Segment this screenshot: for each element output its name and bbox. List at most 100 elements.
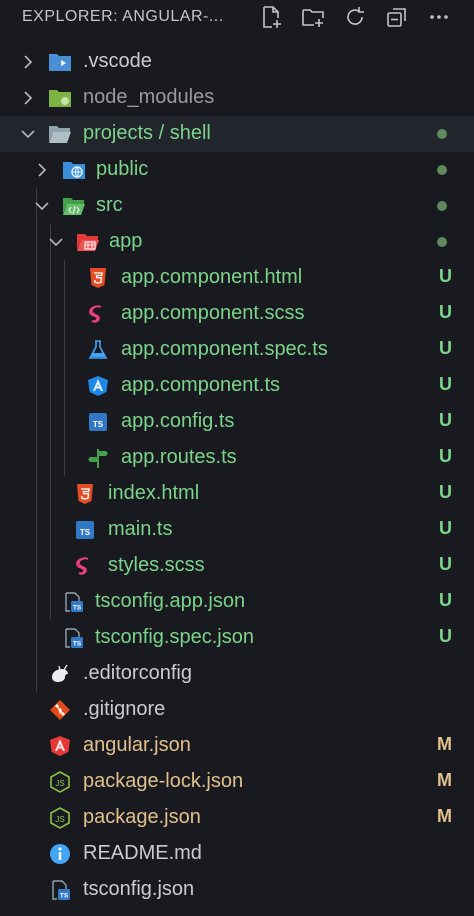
- tree-label: app.component.ts: [121, 374, 280, 396]
- svg-text:TS: TS: [80, 528, 91, 537]
- git-status-badge: M: [437, 770, 452, 790]
- tree-label: tsconfig.spec.json: [95, 626, 254, 648]
- tree-item-main-ts[interactable]: TS main.ts U: [0, 512, 474, 548]
- tree-item-public[interactable]: public: [0, 152, 474, 188]
- more-icon[interactable]: [426, 4, 452, 30]
- git-status-badge: U: [439, 446, 452, 466]
- git-status-badge: U: [439, 554, 452, 574]
- tsconfig-file-icon: TS: [48, 879, 72, 901]
- sass-file-icon: [86, 303, 110, 325]
- tree-label: app.config.ts: [121, 410, 235, 432]
- status-dot: [437, 129, 447, 139]
- tree-item-app-component-scss[interactable]: app.component.scss U: [0, 296, 474, 332]
- angular-icon: [48, 735, 72, 757]
- new-file-icon[interactable]: [258, 4, 284, 30]
- html-file-icon: [86, 267, 110, 289]
- tree-item-app-component-spec-ts[interactable]: app.component.spec.ts U: [0, 332, 474, 368]
- tree-item-app-routes-ts[interactable]: app.routes.ts U: [0, 440, 474, 476]
- tree-item-package-json[interactable]: JS package.json M: [0, 800, 474, 836]
- tree-item-app-config-ts[interactable]: TS app.config.ts U: [0, 404, 474, 440]
- explorer-header: EXPLORER: ANGULAR-...: [0, 0, 474, 36]
- tree-label: styles.scss: [108, 554, 205, 576]
- tree-item-node-modules[interactable]: node_modules: [0, 80, 474, 116]
- folder-app-icon: [76, 231, 100, 253]
- tree-label: projects / shell: [83, 122, 211, 144]
- status-dot: [437, 165, 447, 175]
- tree-label: README.md: [83, 842, 202, 864]
- tree-item-styles-scss[interactable]: styles.scss U: [0, 548, 474, 584]
- explorer-title: EXPLORER: ANGULAR-...: [22, 8, 224, 25]
- svg-text:TS: TS: [73, 641, 82, 648]
- refresh-icon[interactable]: [342, 4, 368, 30]
- tree-label: app.component.scss: [121, 302, 305, 324]
- git-file-icon: [48, 699, 72, 721]
- svg-text:TS: TS: [93, 420, 104, 429]
- tree-item-src[interactable]: src: [0, 188, 474, 224]
- angular-component-icon: [86, 375, 110, 397]
- html-file-icon: [73, 483, 97, 505]
- git-status-badge: U: [439, 338, 452, 358]
- tree-item-projects-shell[interactable]: projects / shell: [0, 116, 474, 152]
- new-folder-icon[interactable]: [300, 4, 326, 30]
- chevron-right-icon: [19, 89, 37, 107]
- tsconfig-file-icon: TS: [61, 627, 85, 649]
- tree-label: tsconfig.app.json: [95, 590, 246, 612]
- git-status-badge: U: [439, 266, 452, 286]
- folder-open-icon: [48, 123, 72, 145]
- git-status-badge: U: [439, 302, 452, 322]
- tree-item-tsconfig-app-json[interactable]: TS tsconfig.app.json U: [0, 584, 474, 620]
- tree-item-package-lock-json[interactable]: JS package-lock.json M: [0, 764, 474, 800]
- collapse-all-icon[interactable]: [384, 4, 410, 30]
- git-status-badge: M: [437, 734, 452, 754]
- folder-src-icon: [62, 195, 86, 217]
- tree-item-tsconfig-json[interactable]: TS tsconfig.json: [0, 872, 474, 908]
- editorconfig-mouse-icon: [48, 663, 72, 685]
- tree-label: package-lock.json: [83, 770, 244, 792]
- tree-item-tsconfig-spec-json[interactable]: TS tsconfig.spec.json U: [0, 620, 474, 656]
- tree-item-app[interactable]: app: [0, 224, 474, 260]
- tsconfig-file-icon: TS: [61, 591, 85, 613]
- tree-label: .editorconfig: [83, 662, 192, 684]
- nodejs-icon: JS: [48, 771, 72, 793]
- git-status-badge: U: [439, 374, 452, 394]
- tree-label: .vscode: [83, 50, 152, 72]
- svg-text:TS: TS: [73, 605, 82, 612]
- tree-label: .gitignore: [83, 698, 166, 720]
- tree-label: app.routes.ts: [121, 446, 237, 468]
- tree-label: tsconfig.json: [83, 878, 195, 900]
- tree-label: node_modules: [83, 86, 215, 108]
- status-dot: [437, 237, 447, 247]
- folder-vscode-icon: [48, 51, 72, 73]
- tree-label: app.component.spec.ts: [121, 338, 328, 360]
- chevron-right-icon: [33, 161, 51, 179]
- chevron-down-icon: [47, 233, 65, 251]
- typescript-file-icon: TS: [86, 411, 110, 433]
- tree-label: main.ts: [108, 518, 173, 540]
- sass-file-icon: [73, 555, 97, 577]
- tree-item-index-html[interactable]: index.html U: [0, 476, 474, 512]
- nodejs-icon: JS: [48, 807, 72, 829]
- svg-text:TS: TS: [60, 893, 69, 900]
- folder-public-icon: [62, 159, 86, 181]
- git-status-badge: U: [439, 410, 452, 430]
- tree-item-angular-json[interactable]: angular.json M: [0, 728, 474, 764]
- chevron-down-icon: [19, 125, 37, 143]
- tree-item-app-component-ts[interactable]: app.component.ts U: [0, 368, 474, 404]
- git-status-badge: U: [439, 626, 452, 646]
- svg-text:JS: JS: [55, 815, 64, 824]
- tree-item-app-component-html[interactable]: app.component.html U: [0, 260, 474, 296]
- git-status-badge: U: [439, 590, 452, 610]
- tree-label: app.component.html: [121, 266, 303, 288]
- tree-item-readme-md[interactable]: README.md: [0, 836, 474, 872]
- tree-label: src: [96, 194, 123, 216]
- tree-label: index.html: [108, 482, 200, 504]
- tree-item-gitignore[interactable]: .gitignore: [0, 692, 474, 728]
- svg-text:JS: JS: [55, 779, 64, 788]
- tree-label: angular.json: [83, 734, 191, 756]
- tree-item-vscode[interactable]: .vscode: [0, 44, 474, 80]
- chevron-down-icon: [33, 197, 51, 215]
- tree-label: public: [96, 158, 149, 180]
- git-status-badge: U: [439, 482, 452, 502]
- tree-label: app: [109, 230, 143, 252]
- tree-item-editorconfig[interactable]: .editorconfig: [0, 656, 474, 692]
